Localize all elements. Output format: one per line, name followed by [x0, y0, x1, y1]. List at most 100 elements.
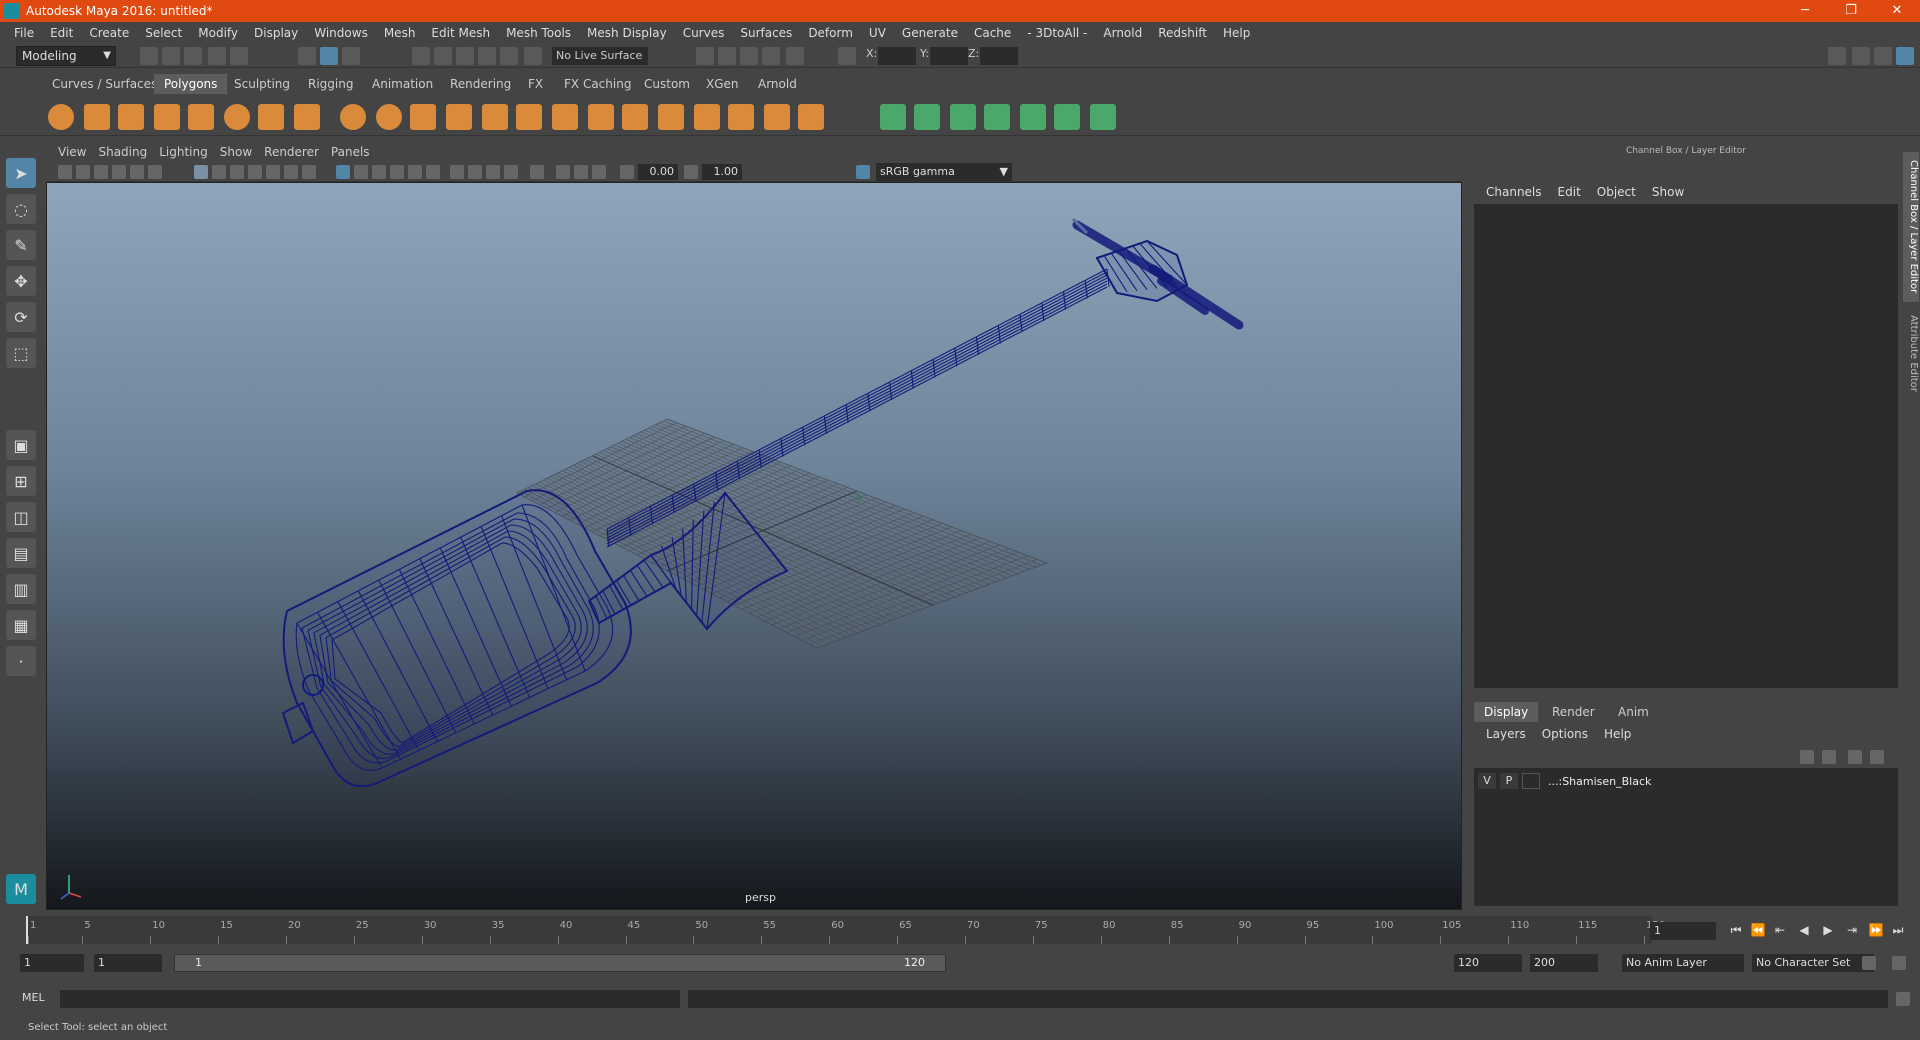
save-scene-icon[interactable] — [184, 47, 202, 65]
menu-file[interactable]: File — [6, 26, 42, 40]
shelf-tab-rigging[interactable]: Rigging — [298, 74, 363, 94]
menu-help[interactable]: Help — [1215, 26, 1258, 40]
shelf-tab-sculpting[interactable]: Sculpting — [224, 74, 300, 94]
menu-deform[interactable]: Deform — [800, 26, 861, 40]
grease-pencil-icon[interactable] — [148, 165, 162, 179]
step-forward-key-icon[interactable]: ⇥ — [1844, 922, 1860, 938]
snap-live-icon[interactable] — [500, 47, 518, 65]
go-to-end-icon[interactable]: ⏭ — [1890, 922, 1906, 938]
menu-windows[interactable]: Windows — [306, 26, 376, 40]
command-language-label[interactable]: MEL — [22, 991, 45, 1004]
playback-end-field[interactable]: 120 — [1454, 954, 1522, 972]
select-tool-icon[interactable]: ➤ — [6, 158, 36, 188]
grid-icon[interactable] — [194, 165, 208, 179]
combine-icon[interactable] — [340, 104, 366, 130]
new-scene-icon[interactable] — [140, 47, 158, 65]
bridge-icon[interactable] — [552, 104, 578, 130]
view-transform-select[interactable]: sRGB gamma ▼ — [876, 163, 1012, 181]
y-field[interactable] — [930, 47, 968, 65]
poly-pipe-icon[interactable] — [294, 104, 320, 130]
layer-row[interactable]: V P ...:Shamisen_Black — [1474, 772, 1898, 790]
animation-start-field[interactable]: 1 — [20, 954, 84, 972]
snap-grid-icon[interactable] — [412, 47, 430, 65]
menu-mesh-display[interactable]: Mesh Display — [579, 26, 675, 40]
separate-icon[interactable] — [376, 104, 402, 130]
current-time-marker[interactable] — [26, 916, 28, 944]
xray-icon[interactable] — [556, 165, 570, 179]
menu-generate[interactable]: Generate — [894, 26, 966, 40]
bevel-icon[interactable] — [516, 104, 542, 130]
auto-key-icon[interactable] — [1862, 956, 1876, 970]
two-d-pan-zoom-icon[interactable] — [130, 165, 144, 179]
color-management-icon[interactable] — [856, 165, 870, 179]
layer-visibility-toggle[interactable]: V — [1478, 773, 1496, 789]
exposure-icon[interactable] — [620, 165, 634, 179]
layer-playback-toggle[interactable]: P — [1500, 773, 1518, 789]
menu-arnold[interactable]: Arnold — [1095, 26, 1150, 40]
playback-start-field[interactable]: 1 — [94, 954, 162, 972]
layer-color-swatch[interactable] — [1522, 773, 1540, 789]
spherical-uv-icon[interactable] — [950, 104, 976, 130]
viewport-canvas[interactable] — [47, 183, 1462, 910]
shelf-tab-polygons[interactable]: Polygons — [154, 74, 228, 94]
animation-end-field[interactable]: 200 — [1530, 954, 1598, 972]
layout-uv-icon[interactable] — [1090, 104, 1116, 130]
animation-preferences-icon[interactable] — [1892, 956, 1906, 970]
script-editor-icon[interactable] — [1896, 992, 1910, 1006]
more-layouts-icon[interactable]: · — [6, 646, 36, 676]
layer-name[interactable]: ...:Shamisen_Black — [1548, 775, 1651, 788]
channel-box-body[interactable] — [1474, 204, 1898, 688]
lasso-tool-icon[interactable]: ◌ — [6, 194, 36, 224]
persp-graph-hypergraph-layout-icon[interactable]: ▥ — [6, 574, 36, 604]
anti-aliasing-icon[interactable] — [486, 165, 500, 179]
exposure-field[interactable]: 0.00 — [638, 164, 678, 180]
shelf-tab-arnold[interactable]: Arnold — [748, 74, 807, 94]
layer-tab-display[interactable]: Display — [1474, 702, 1539, 722]
maximize-button[interactable]: ❐ — [1828, 0, 1874, 22]
field-chart-icon[interactable] — [266, 165, 280, 179]
shelf-tab-custom[interactable]: Custom — [634, 74, 700, 94]
image-plane-icon[interactable] — [112, 165, 126, 179]
new-empty-layer-icon[interactable] — [1848, 750, 1862, 764]
play-backwards-icon[interactable]: ◀ — [1796, 922, 1812, 938]
open-scene-icon[interactable] — [162, 47, 180, 65]
default-material-icon[interactable] — [372, 165, 386, 179]
isolate-select-icon[interactable] — [530, 165, 544, 179]
poly-plane-icon[interactable] — [188, 104, 214, 130]
menu-mesh-tools[interactable]: Mesh Tools — [498, 26, 579, 40]
poly-cube-icon[interactable] — [84, 104, 110, 130]
current-frame-field[interactable]: 1 — [1650, 922, 1716, 940]
anim-layer-select[interactable]: No Anim Layer — [1622, 954, 1744, 972]
gamma-icon[interactable] — [684, 165, 698, 179]
snap-curve-icon[interactable] — [434, 47, 452, 65]
ipr-render-icon[interactable] — [740, 47, 758, 65]
panel-menu-panels[interactable]: Panels — [325, 145, 376, 159]
poly-sphere-icon[interactable] — [48, 104, 74, 130]
side-tab-channel-box[interactable]: Channel Box / Layer Editor — [1903, 152, 1919, 302]
move-tool-icon[interactable]: ✥ — [6, 266, 36, 296]
panel-menu-view[interactable]: View — [52, 145, 92, 159]
textured-icon[interactable] — [390, 165, 404, 179]
move-layer-up-icon[interactable] — [1800, 750, 1814, 764]
mode-selector[interactable]: Modeling ▼ — [16, 46, 116, 66]
poly-torus-icon[interactable] — [224, 104, 250, 130]
poly-cone-icon[interactable] — [154, 104, 180, 130]
render-current-icon[interactable] — [718, 47, 736, 65]
extrude-icon[interactable] — [482, 104, 508, 130]
menu-surfaces[interactable]: Surfaces — [732, 26, 800, 40]
transform-input-icon[interactable] — [838, 47, 856, 65]
camera-attributes-icon[interactable] — [76, 165, 90, 179]
range-slider-bar[interactable]: 1 120 — [174, 954, 946, 972]
time-slider-bar[interactable]: 1 5 10 15 20 25 30 35 40 45 50 55 60 65 70 75 80 85 90 95 10… — [26, 916, 1665, 944]
attribute-editor-toggle-icon[interactable] — [1852, 47, 1870, 65]
live-surface-field[interactable]: No Live Surface — [552, 47, 648, 65]
layer-menu-help[interactable]: Help — [1596, 727, 1639, 741]
render-view-icon[interactable] — [696, 47, 714, 65]
multi-cut-icon[interactable] — [658, 104, 684, 130]
select-by-hierarchy-icon[interactable] — [298, 47, 316, 65]
channel-menu-edit[interactable]: Edit — [1550, 185, 1589, 199]
smooth-icon[interactable] — [446, 104, 472, 130]
gate-mask-icon[interactable] — [248, 165, 262, 179]
minimize-button[interactable]: ─ — [1782, 0, 1828, 22]
redo-icon[interactable] — [230, 47, 248, 65]
